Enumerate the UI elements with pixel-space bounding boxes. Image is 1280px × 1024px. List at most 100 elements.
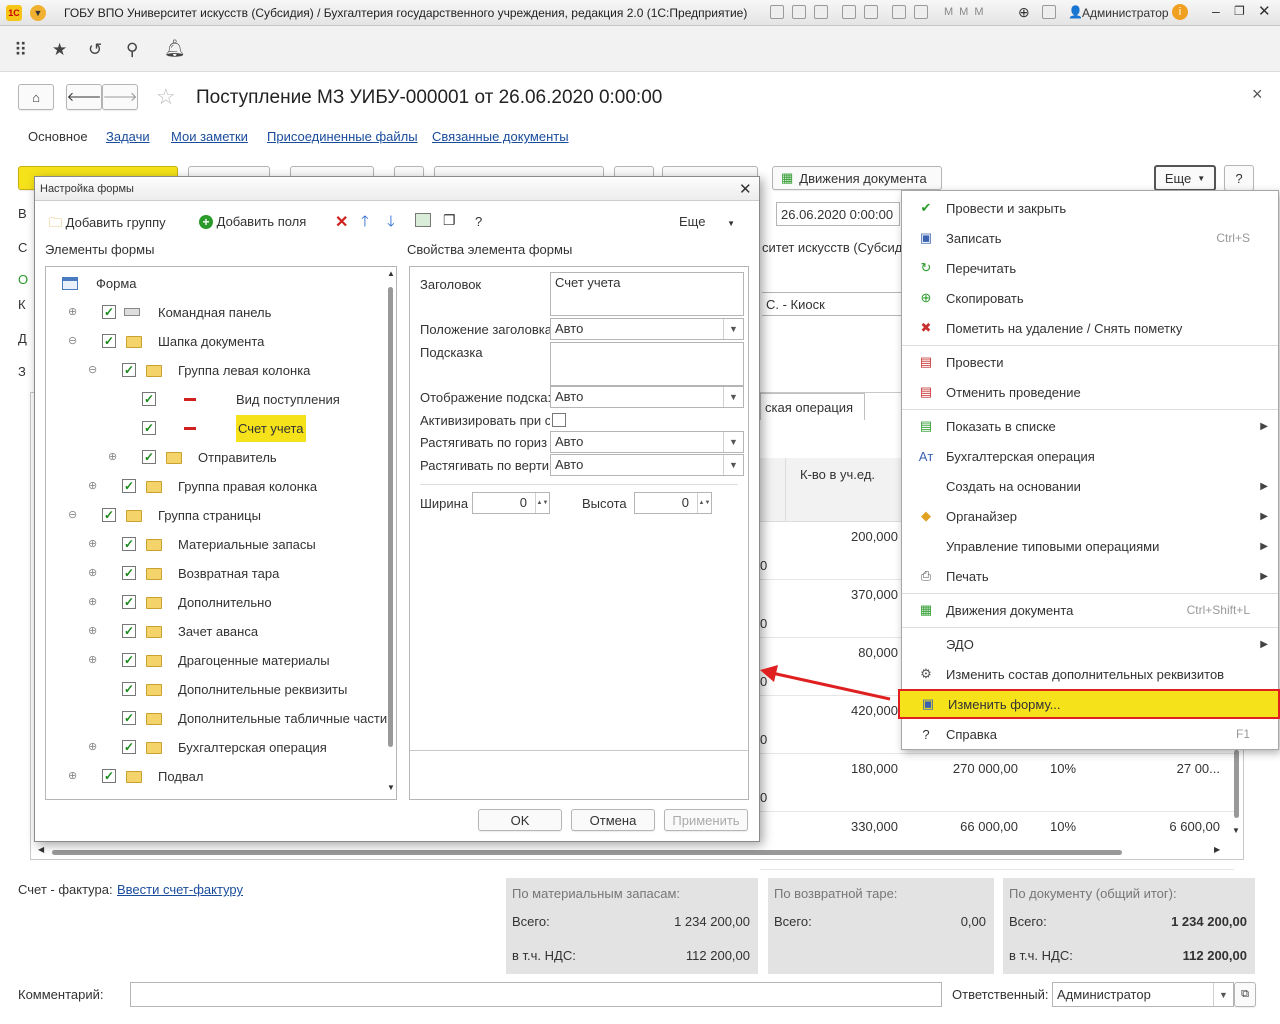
collapse-icon[interactable]: ⊖ <box>68 508 77 521</box>
panel-icon[interactable] <box>1042 5 1056 19</box>
visibility-checkbox[interactable]: ✓ <box>102 769 116 783</box>
apps-grid-icon[interactable]: ⠿ <box>14 40 27 61</box>
scrollbar-thumb[interactable] <box>1234 750 1239 818</box>
open-responsible-button[interactable]: ⧉ <box>1234 982 1256 1007</box>
tab-notes[interactable]: Мои заметки <box>171 129 248 144</box>
scroll-up-icon[interactable]: ▲ <box>387 269 395 278</box>
tab-files[interactable]: Присоединенные файлы <box>267 129 418 144</box>
horizontal-scrollbar[interactable]: ◀ ▶ <box>34 845 1228 858</box>
height-field[interactable]: 0 ▲▼ <box>634 492 712 514</box>
stretch-vertical-select[interactable]: Авто ▼ <box>550 454 744 476</box>
tree-item[interactable]: Форма <box>46 269 384 298</box>
menu-item[interactable]: ⎙ Печать ▶ <box>902 561 1278 591</box>
tooltip-field[interactable] <box>550 342 744 386</box>
scroll-right-icon[interactable]: ▶ <box>1214 845 1220 854</box>
tree-item[interactable]: ⊕ ✓ Дополнительно <box>46 588 384 617</box>
visibility-checkbox[interactable]: ✓ <box>122 624 136 638</box>
visibility-checkbox[interactable]: ✓ <box>122 566 136 580</box>
favorite-star-icon[interactable]: ☆ <box>156 84 176 110</box>
cancel-button[interactable]: Отмена <box>571 809 655 831</box>
spinner-icon[interactable]: ▲▼ <box>535 493 549 513</box>
tree-item[interactable]: ⊖ ✓ Шапка документа <box>46 327 384 356</box>
expand-icon[interactable]: ⊕ <box>88 566 97 579</box>
tree-item[interactable]: ⊕ ✓ Драгоценные материалы <box>46 646 384 675</box>
tree-item[interactable]: ✓ Дополнительные табличные части <box>46 704 387 733</box>
menu-item[interactable]: ▦ Движения документа Ctrl+Shift+L <box>902 595 1278 625</box>
visibility-checkbox[interactable]: ✓ <box>122 711 136 725</box>
tree-item[interactable]: ⊖ ✓ Группа страницы <box>46 501 384 530</box>
table-row[interactable]: 180,000 270 000,00 10% 27 00... 0 <box>760 754 1234 812</box>
tree-item[interactable]: ⊕ ✓ Бухгалтерская операция <box>46 733 384 762</box>
menu-item[interactable]: ▣ Записать Ctrl+S <box>902 223 1278 253</box>
visibility-checkbox[interactable]: ✓ <box>142 450 156 464</box>
check-all-icon[interactable] <box>415 213 431 227</box>
more-button[interactable]: Еще ▼ <box>1154 165 1216 191</box>
comment-field[interactable] <box>130 982 942 1007</box>
tooltip-display-select[interactable]: Авто ▼ <box>550 386 744 408</box>
copy-icon[interactable]: ❐ <box>443 212 456 229</box>
restore-icon[interactable]: ❐ <box>1234 4 1245 18</box>
scrollbar-thumb[interactable] <box>388 287 393 747</box>
expand-icon[interactable]: ⊕ <box>88 537 97 550</box>
chevron-down-icon[interactable]: ▼ <box>723 432 743 452</box>
close-document-icon[interactable]: × <box>1252 84 1263 105</box>
menu-item[interactable]: ◆ Органайзер ▶ <box>902 501 1278 531</box>
toolbar-icon[interactable] <box>770 5 784 19</box>
back-button[interactable]: 🡐 <box>66 84 102 110</box>
visibility-checkbox[interactable]: ✓ <box>142 392 156 406</box>
memory-icon[interactable]: MMM <box>944 6 990 18</box>
menu-item[interactable]: ⚙ Изменить состав дополнительных реквизит… <box>902 659 1278 689</box>
scrollbar-thumb[interactable] <box>52 850 1122 855</box>
tree-item[interactable]: ⊕ ✓ Командная панель <box>46 298 384 327</box>
scroll-down-icon[interactable]: ▼ <box>387 783 395 792</box>
menu-item[interactable]: ✖ Пометить на удаление / Снять пометку <box>902 313 1278 343</box>
tab-main[interactable]: Основное <box>28 129 88 144</box>
spinner-icon[interactable]: ▲▼ <box>697 493 711 513</box>
close-window-icon[interactable]: ✕ <box>1258 2 1271 20</box>
scroll-down-icon[interactable]: ▼ <box>1232 826 1240 835</box>
expand-icon[interactable]: ⊕ <box>88 740 97 753</box>
dialog-help-icon[interactable]: ? <box>475 214 482 229</box>
info-icon[interactable]: i <box>1172 4 1188 20</box>
tree-item[interactable]: ✓ Счет учета <box>46 414 384 443</box>
menu-item[interactable]: ЭДО ▶ <box>902 629 1278 659</box>
tree-item[interactable]: ⊕ ✓ Отправитель <box>46 443 384 472</box>
tree-item[interactable]: ✓ Вид поступления <box>46 385 384 414</box>
tree-item[interactable]: ⊖ ✓ Группа левая колонка <box>46 356 384 385</box>
elements-tree[interactable]: Форма ⊕ ✓ Командная панель ⊖ ✓ Шапка документа… <box>45 266 397 800</box>
tree-item[interactable]: ⊕ ✓ Материальные запасы <box>46 530 384 559</box>
sender-field[interactable]: С. - Киоск <box>762 292 902 316</box>
calendar-icon[interactable] <box>914 5 928 19</box>
expand-icon[interactable]: ⊕ <box>108 450 117 463</box>
zoom-icon[interactable]: ⊕ <box>1018 4 1030 21</box>
toolbar-icon[interactable] <box>814 5 828 19</box>
history-icon[interactable]: ↺ <box>88 40 102 60</box>
collapse-icon[interactable]: ⊖ <box>68 334 77 347</box>
visibility-checkbox[interactable]: ✓ <box>102 305 116 319</box>
apply-button[interactable]: Применить <box>664 809 748 831</box>
menu-item[interactable]: ↻ Перечитать <box>902 253 1278 283</box>
date-field[interactable]: 26.06.2020 0:00:00 <box>776 202 900 226</box>
toolbar-icon[interactable] <box>864 5 878 19</box>
menu-item[interactable]: Управление типовыми операциями ▶ <box>902 531 1278 561</box>
tree-item[interactable]: ⊕ ✓ Подвал <box>46 762 384 791</box>
table-row[interactable]: 330,000 66 000,00 10% 6 600,00 <box>760 812 1234 870</box>
visibility-checkbox[interactable]: ✓ <box>122 595 136 609</box>
favorites-icon[interactable]: ★ <box>52 40 67 60</box>
chevron-down-icon[interactable]: ▼ <box>723 319 743 339</box>
notifications-icon[interactable]: 🔔︎ <box>164 39 186 59</box>
visibility-checkbox[interactable]: ✓ <box>102 334 116 348</box>
tab-related-docs[interactable]: Связанные документы <box>432 129 569 144</box>
menu-item[interactable]: ▤ Провести <box>902 347 1278 377</box>
home-button[interactable]: ⌂ <box>18 84 54 110</box>
tree-item[interactable]: ✓ Дополнительные реквизиты <box>46 675 384 704</box>
collapse-icon[interactable]: ⊖ <box>88 363 97 376</box>
menu-item[interactable]: ▣ Изменить форму... <box>898 689 1280 719</box>
expand-icon[interactable]: ⊕ <box>88 624 97 637</box>
tree-scrollbar[interactable]: ▲ ▼ <box>386 267 396 799</box>
save-icon[interactable] <box>842 5 856 19</box>
caption-field[interactable]: Счет учета <box>550 272 744 316</box>
responsible-field[interactable]: Администратор ▼ <box>1052 982 1234 1007</box>
chevron-down-icon[interactable]: ▼ <box>1213 983 1233 1006</box>
width-field[interactable]: 0 ▲▼ <box>472 492 550 514</box>
